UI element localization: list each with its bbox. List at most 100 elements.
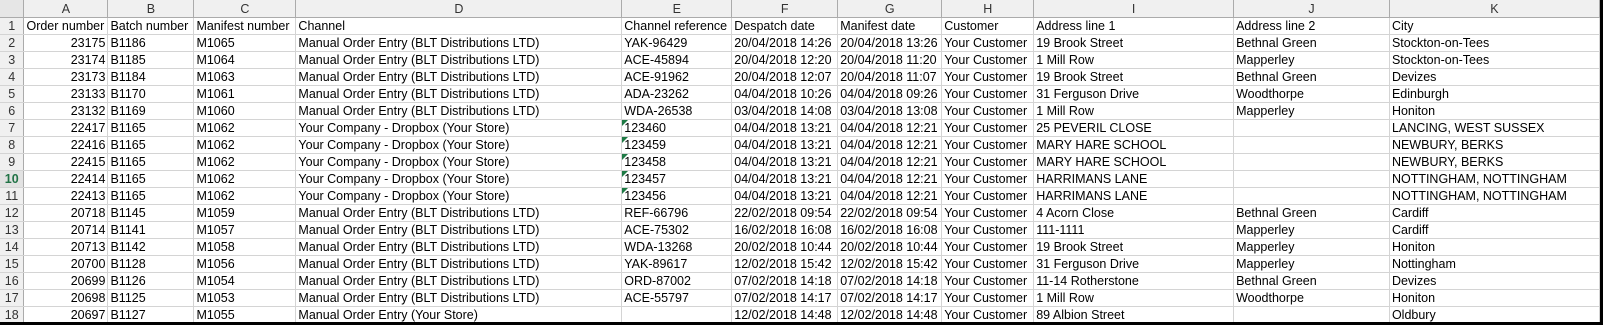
cell[interactable]: Your Company - Dropbox (Your Store) [295,136,623,154]
cell[interactable]: Your Customer [941,272,1035,290]
cell[interactable]: M1056 [193,255,297,273]
cell[interactable]: Manual Order Entry (BLT Distributions LT… [295,51,623,69]
cell[interactable]: 22/02/2018 09:54 [731,204,839,222]
cell[interactable]: 123457 [621,170,733,188]
cell[interactable]: 04/04/2018 12:21 [837,187,943,205]
cell[interactable]: 1 Mill Row [1033,102,1235,120]
cell[interactable]: 20698 [23,289,109,307]
cell[interactable]: ADA-23262 [621,85,733,103]
cell[interactable]: Mapperley [1233,221,1390,239]
row-header[interactable]: 16 [0,272,25,290]
cell[interactable]: Nottingham [1389,255,1600,273]
column-header-g[interactable]: G [837,0,943,18]
cell[interactable]: Manual Order Entry (BLT Distributions LT… [295,85,623,103]
column-title-cell[interactable]: Channel [295,17,623,35]
cell[interactable]: 22/02/2018 09:54 [837,204,943,222]
cell[interactable]: M1062 [193,170,297,188]
cell[interactable]: Cardiff [1389,204,1600,222]
cell[interactable]: 25 PEVERIL CLOSE [1033,119,1235,137]
cell[interactable]: 23133 [23,85,109,103]
cell[interactable]: 23132 [23,102,109,120]
cell[interactable]: Mapperley [1233,102,1390,120]
row-header[interactable]: 13 [0,221,25,239]
cell[interactable]: 22417 [23,119,109,137]
row-header[interactable]: 12 [0,204,25,222]
cell[interactable] [1233,187,1390,205]
cell[interactable]: 123458 [621,153,733,171]
cell[interactable]: B1125 [107,289,195,307]
cell[interactable]: Your Customer [941,51,1035,69]
cell[interactable]: 04/04/2018 13:21 [731,119,839,137]
cell[interactable]: B1184 [107,68,195,86]
cell[interactable]: Your Customer [941,255,1035,273]
column-title-cell[interactable]: City [1389,17,1600,35]
cell[interactable]: Your Customer [941,102,1035,120]
cell[interactable]: M1063 [193,68,297,86]
cell[interactable]: 04/04/2018 12:21 [837,136,943,154]
cell[interactable]: Manual Order Entry (BLT Distributions LT… [295,34,623,52]
cell[interactable]: B1141 [107,221,195,239]
row-header[interactable]: 6 [0,102,25,120]
row-header[interactable]: 10 [0,170,25,188]
cell[interactable]: NOTTINGHAM, NOTTINGHAM [1389,170,1600,188]
cell[interactable]: 20/04/2018 13:26 [837,34,943,52]
cell[interactable]: 04/04/2018 12:21 [837,170,943,188]
cell[interactable]: Bethnal Green [1233,34,1390,52]
cell[interactable]: WDA-26538 [621,102,733,120]
cell[interactable]: Edinburgh [1389,85,1600,103]
cell[interactable]: 22413 [23,187,109,205]
column-header-k[interactable]: K [1389,0,1600,18]
cell[interactable]: Stockton-on-Tees [1389,34,1600,52]
cell[interactable]: Your Customer [941,136,1035,154]
cell[interactable] [1233,306,1390,322]
cell[interactable]: Your Customer [941,204,1035,222]
cell[interactable]: B1165 [107,187,195,205]
cell[interactable]: 1 Mill Row [1033,289,1235,307]
row-header[interactable]: 17 [0,289,25,307]
cell[interactable]: M1062 [193,153,297,171]
cell[interactable]: Manual Order Entry (BLT Distributions LT… [295,204,623,222]
cell[interactable]: NOTTINGHAM, NOTTINGHAM [1389,187,1600,205]
cell[interactable]: B1128 [107,255,195,273]
cell[interactable]: HARRIMANS LANE [1033,187,1235,205]
row-header[interactable]: 11 [0,187,25,205]
row-header[interactable]: 2 [0,34,25,52]
cell[interactable]: 22414 [23,170,109,188]
cell[interactable]: 07/02/2018 14:18 [837,272,943,290]
cell[interactable]: Woodthorpe [1233,289,1390,307]
cell[interactable]: 04/04/2018 13:21 [731,136,839,154]
select-all-corner[interactable] [0,0,25,18]
cell[interactable]: 4 Acorn Close [1033,204,1235,222]
cell[interactable]: NEWBURY, BERKS [1389,153,1600,171]
cell[interactable]: Bethnal Green [1233,68,1390,86]
row-header[interactable]: 5 [0,85,25,103]
cell[interactable] [1233,136,1390,154]
column-title-cell[interactable]: Address line 2 [1233,17,1390,35]
column-title-cell[interactable]: Batch number [107,17,195,35]
cell[interactable]: M1062 [193,187,297,205]
cell[interactable]: Devizes [1389,272,1600,290]
cell[interactable]: M1058 [193,238,297,256]
cell[interactable]: 31 Ferguson Drive [1033,85,1235,103]
cell[interactable]: 11-14 Rotherstone [1033,272,1235,290]
cell[interactable]: Bethnal Green [1233,204,1390,222]
cell[interactable]: 20/04/2018 11:07 [837,68,943,86]
cell[interactable]: 20/04/2018 14:26 [731,34,839,52]
cell[interactable]: Your Company - Dropbox (Your Store) [295,153,623,171]
cell[interactable]: 19 Brook Street [1033,68,1235,86]
cell[interactable]: YAK-89617 [621,255,733,273]
column-header-e[interactable]: E [621,0,733,18]
cell[interactable]: ACE-55797 [621,289,733,307]
cell[interactable]: M1053 [193,289,297,307]
cell[interactable]: 07/02/2018 14:17 [837,289,943,307]
cell[interactable]: M1062 [193,119,297,137]
cell[interactable]: 04/04/2018 13:21 [731,187,839,205]
cell[interactable]: B1142 [107,238,195,256]
cell[interactable]: Manual Order Entry (BLT Distributions LT… [295,102,623,120]
cell[interactable]: B1165 [107,119,195,137]
cell[interactable]: M1054 [193,272,297,290]
cell[interactable]: M1060 [193,102,297,120]
cell[interactable]: Stockton-on-Tees [1389,51,1600,69]
cell[interactable]: WDA-13268 [621,238,733,256]
cell[interactable]: 123460 [621,119,733,137]
